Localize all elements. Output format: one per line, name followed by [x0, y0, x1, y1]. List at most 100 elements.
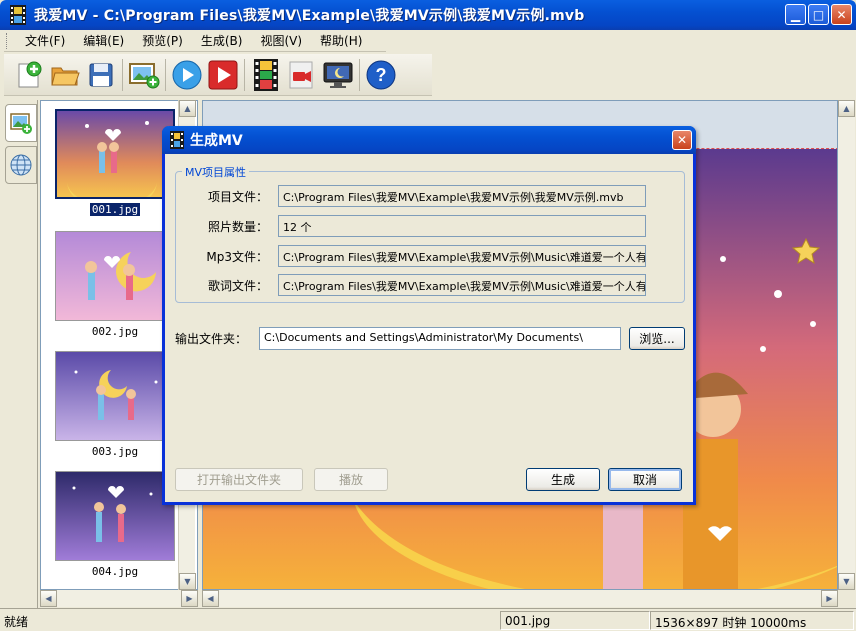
film-strip-icon [170, 131, 184, 149]
dialog-close-button[interactable]: ✕ [672, 130, 692, 150]
new-project-button[interactable] [12, 57, 46, 93]
play-red-icon [208, 60, 238, 89]
open-folder-icon [51, 67, 80, 85]
menu-view[interactable]: 视图(V) [251, 32, 311, 49]
menu-edit[interactable]: 编辑(E) [74, 32, 133, 49]
tab-photos[interactable] [5, 104, 37, 142]
thumbnail-caption: 002.jpg [91, 325, 139, 338]
globe-icon [10, 154, 32, 176]
new-icon [18, 61, 42, 87]
thumbnail-item-003[interactable]: 003.jpg [55, 351, 175, 458]
play-icon [172, 60, 202, 89]
thumbnail-horizontal-scrollbar[interactable]: ◀ ▶ [40, 590, 198, 607]
field-photo-count: 照片数量： 12 个 [194, 214, 664, 238]
camera-icon [289, 61, 313, 88]
tab-effects[interactable] [5, 146, 37, 184]
add-photo-button[interactable] [127, 57, 161, 93]
add-photo-icon [129, 62, 160, 88]
build-mv-button[interactable] [249, 57, 283, 93]
field-project-file: 项目文件： C:\Program Files\我爱MV\Example\我爱MV… [194, 184, 664, 208]
thumbnail-image [55, 231, 175, 321]
photo-count-value[interactable]: 12 个 [278, 215, 646, 237]
film-strip-icon [10, 5, 26, 25]
minimize-button[interactable]: ▁ [785, 4, 806, 25]
maximize-button[interactable]: □ [808, 4, 829, 25]
thumbnail-caption: 001.jpg [89, 203, 141, 216]
status-ready: 就绪 [4, 614, 29, 629]
save-icon [89, 63, 113, 86]
monitor-icon [323, 62, 353, 88]
preview-horizontal-scrollbar[interactable]: ◀ ▶ [202, 590, 838, 607]
preview-vertical-scrollbar[interactable]: ▲ ▼ [838, 100, 855, 590]
play-fullscreen-button[interactable] [206, 57, 240, 93]
thumbnail-item-001[interactable]: 001.jpg [55, 109, 175, 216]
window-title: 我爱MV - C:\Program Files\我爱MV\Example\我爱M… [34, 8, 585, 24]
thumbnail-item-004[interactable]: 004.jpg [55, 471, 175, 578]
field-mp3-file: Mp3文件： C:\Program Files\我爱MV\Example\我爱M… [194, 244, 664, 268]
dialog-titlebar: 生成MV ✕ [162, 126, 696, 154]
menu-help[interactable]: 帮助(H) [311, 32, 371, 49]
scroll-down-button[interactable]: ▼ [179, 573, 196, 590]
status-file: 001.jpg [500, 610, 650, 630]
field-label: 歌词文件： [207, 278, 268, 293]
toolbar-separator [359, 58, 360, 91]
field-lyrics-file: 歌词文件： C:\Program Files\我爱MV\Example\我爱MV… [194, 273, 664, 297]
thumbnail-image [55, 351, 175, 441]
toolbar-separator [244, 58, 245, 91]
menu-grip[interactable] [6, 32, 10, 49]
photo-tab-icon [10, 113, 32, 134]
lyrics-file-value[interactable]: C:\Program Files\我爱MV\Example\我爱MV示例\Mus… [278, 274, 646, 296]
play-button[interactable]: 播放 [314, 468, 388, 491]
generate-button[interactable]: 生成 [526, 468, 600, 491]
toolbar-separator [165, 58, 166, 91]
scroll-right-button[interactable]: ▶ [821, 590, 838, 607]
field-label: 照片数量： [207, 219, 268, 234]
scroll-up-button[interactable]: ▲ [179, 100, 196, 117]
screen-settings-button[interactable] [321, 57, 355, 93]
svg-text:?: ? [376, 65, 387, 85]
scroll-left-button[interactable]: ◀ [202, 590, 219, 607]
scroll-right-button[interactable]: ▶ [181, 590, 198, 607]
menu-build[interactable]: 生成(B) [192, 32, 252, 49]
thumbnail-image [55, 109, 175, 199]
help-button[interactable]: ? [364, 57, 398, 93]
thumbnail-caption: 003.jpg [91, 445, 139, 458]
toolbar-separator [122, 58, 123, 91]
save-project-button[interactable] [84, 57, 118, 93]
mp3-file-value[interactable]: C:\Program Files\我爱MV\Example\我爱MV示例\Mus… [278, 245, 646, 267]
thumbnail-item-002[interactable]: 002.jpg [55, 231, 175, 338]
thumbnail-image [55, 471, 175, 561]
project-file-value[interactable]: C:\Program Files\我爱MV\Example\我爱MV示例\我爱M… [278, 185, 646, 207]
open-output-folder-button[interactable]: 打开输出文件夹 [175, 468, 303, 491]
film-icon [254, 58, 278, 91]
window-controls: ▁ □ ✕ [785, 4, 852, 25]
status-bar: 就绪 001.jpg 1536×897 时钟 10000ms [0, 608, 856, 631]
scroll-up-button[interactable]: ▲ [838, 100, 855, 117]
output-folder-label: 输出文件夹： [175, 331, 248, 346]
project-properties-group: MV项目属性 项目文件： C:\Program Files\我爱MV\Examp… [175, 164, 685, 303]
menu-file[interactable]: 文件(F) [16, 32, 74, 49]
browse-button[interactable]: 浏览... [629, 326, 685, 350]
scroll-down-button[interactable]: ▼ [838, 573, 855, 590]
cancel-button[interactable]: 取消 [608, 468, 682, 491]
preview-play-button[interactable] [170, 57, 204, 93]
field-label: Mp3文件： [206, 249, 268, 264]
build-mv-dialog: 生成MV ✕ MV项目属性 项目文件： C:\Program Files\我爱M… [162, 126, 696, 505]
field-label: 项目文件： [207, 189, 268, 204]
help-icon: ? [366, 60, 396, 89]
dialog-title: 生成MV [190, 133, 243, 149]
thumbnail-caption: 004.jpg [91, 565, 139, 578]
status-info: 1536×897 时钟 10000ms [650, 610, 854, 630]
toolbar: ? [4, 54, 432, 96]
menu-preview[interactable]: 预览(P) [133, 32, 192, 49]
group-title: MV项目属性 [182, 164, 250, 180]
menu-bar: 文件(F) 编辑(E) 预览(P) 生成(B) 视图(V) 帮助(H) [4, 30, 386, 52]
output-folder-input[interactable]: C:\Documents and Settings\Administrator\… [259, 326, 621, 350]
output-folder-row: 输出文件夹： C:\Documents and Settings\Adminis… [175, 325, 689, 351]
close-button[interactable]: ✕ [831, 4, 852, 25]
open-project-button[interactable] [48, 57, 82, 93]
record-video-button[interactable] [285, 57, 319, 93]
left-tab-strip [4, 100, 38, 608]
window-titlebar: 我爱MV - C:\Program Files\我爱MV\Example\我爱M… [0, 0, 856, 30]
scroll-left-button[interactable]: ◀ [40, 590, 57, 607]
